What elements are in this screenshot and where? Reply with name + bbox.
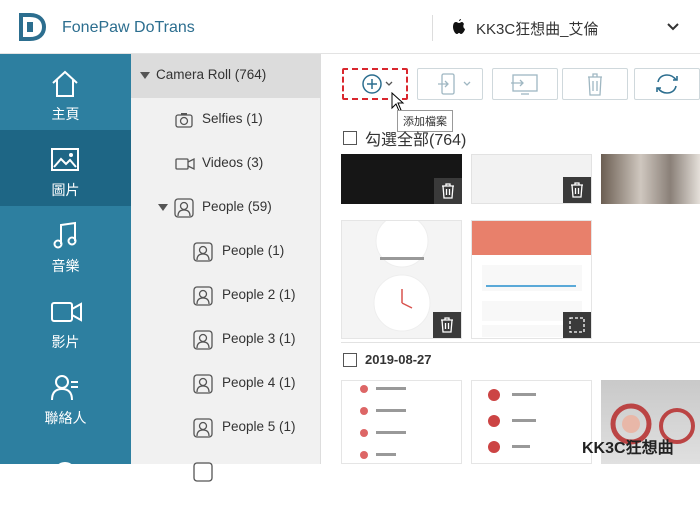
select-icon — [569, 317, 585, 333]
photo-thumbnail[interactable] — [341, 380, 462, 464]
album-label: People 5 (1) — [222, 419, 296, 434]
camera-icon — [175, 113, 193, 128]
refresh-button[interactable] — [634, 68, 700, 100]
person-icon — [193, 462, 213, 482]
divider — [341, 342, 700, 343]
export-to-pc-button[interactable] — [492, 68, 558, 100]
contacts-icon — [51, 375, 78, 401]
album-people[interactable]: People (59) — [131, 186, 321, 230]
person-icon — [193, 286, 213, 306]
language-screenshot-icon — [488, 389, 536, 453]
video-icon — [175, 157, 195, 171]
trash-icon — [441, 317, 453, 333]
album-label: People (1) — [222, 243, 285, 258]
sidebar-item-label: 音樂 — [51, 258, 80, 274]
photo-thumbnail[interactable] — [601, 154, 700, 204]
date-group-header[interactable]: 2019-08-27 — [343, 352, 432, 367]
album-label: People 4 (1) — [222, 375, 296, 390]
sidebar-item-home[interactable]: 主頁 — [0, 54, 131, 130]
sidebar-item-contacts[interactable]: 聯絡人 — [0, 358, 131, 434]
watermark-text: KK3C狂想曲 — [582, 440, 674, 457]
device-name: KK3C狂想曲_艾倫 — [476, 21, 599, 38]
dotrans-logo-icon — [19, 13, 46, 41]
sidebar-item-music[interactable]: 音樂 — [0, 206, 131, 282]
album-people-3[interactable]: People 3 (1) — [131, 318, 321, 362]
settings-screenshot-icon — [360, 385, 406, 459]
person-icon — [193, 374, 213, 394]
sidebar-item-label: 影片 — [51, 334, 80, 350]
person-icon — [193, 242, 213, 262]
photo-thumbnail[interactable] — [471, 220, 592, 339]
select-all-checkbox[interactable]: 勾選全部(764) — [343, 126, 466, 150]
album-label: Selfies (1) — [202, 111, 263, 126]
photo-icon — [51, 148, 79, 171]
sidebar-item-more[interactable] — [0, 434, 131, 510]
album-camera-roll[interactable]: Camera Roll (764) — [131, 54, 321, 98]
top-bar: FonePaw DoTrans KK3C狂想曲_艾倫 — [0, 0, 700, 54]
album-people-1[interactable]: People (1) — [131, 230, 321, 274]
photo-thumbnail[interactable] — [341, 154, 462, 204]
select-photo-button[interactable] — [563, 312, 591, 338]
album-label: People 3 (1) — [222, 331, 296, 346]
delete-photo-button[interactable] — [563, 177, 591, 203]
trash-icon — [588, 73, 602, 96]
cursor-icon — [391, 92, 405, 112]
delete-photo-button[interactable] — [434, 178, 462, 204]
album-people-2[interactable]: People 2 (1) — [131, 274, 321, 318]
music-icon — [53, 221, 77, 249]
phone-export-icon — [438, 73, 471, 95]
device-selector[interactable]: KK3C狂想曲_艾倫 — [452, 18, 599, 39]
delete-photo-button[interactable] — [433, 312, 461, 338]
chevron-down-icon[interactable] — [666, 20, 680, 34]
more-icon — [54, 462, 76, 479]
sidebar-item-label: 聯絡人 — [44, 410, 87, 426]
caret-down-icon — [158, 204, 168, 211]
monitor-export-icon — [511, 74, 538, 95]
photo-thumbnail[interactable] — [471, 154, 592, 204]
sidebar-item-photos[interactable]: 圖片 — [0, 130, 131, 206]
trash-icon — [442, 183, 454, 199]
photo-thumbnail[interactable] — [471, 380, 592, 464]
person-icon — [174, 198, 194, 218]
album-label: Camera Roll (764) — [156, 67, 267, 82]
album-people-6[interactable] — [131, 450, 321, 494]
album-list: Camera Roll (764) Selfies (1) Videos (3)… — [131, 54, 321, 482]
app-title: FonePaw DoTrans — [62, 19, 195, 36]
checkbox[interactable] — [343, 131, 357, 145]
date-label: 2019-08-27 — [365, 352, 432, 367]
checkbox[interactable] — [343, 352, 357, 367]
refresh-icon — [656, 74, 678, 94]
album-videos[interactable]: Videos (3) — [131, 142, 321, 186]
sidebar: 主頁 圖片 音樂 影片 聯絡人 — [0, 54, 131, 479]
album-people-4[interactable]: People 4 (1) — [131, 362, 321, 406]
caret-down-icon — [140, 72, 150, 79]
divider — [432, 15, 433, 41]
photo-thumbnail[interactable] — [341, 220, 462, 339]
home-icon — [52, 70, 78, 97]
sidebar-item-videos[interactable]: 影片 — [0, 282, 131, 358]
album-people-5[interactable]: People 5 (1) — [131, 406, 321, 450]
album-selfies[interactable]: Selfies (1) — [131, 98, 321, 142]
video-icon — [51, 302, 82, 322]
select-all-label: 勾選全部(764) — [365, 132, 467, 149]
album-label: People 2 (1) — [222, 287, 296, 302]
album-label: Videos (3) — [202, 155, 264, 170]
person-icon — [193, 418, 213, 438]
export-to-device-button[interactable] — [417, 68, 483, 100]
apple-icon — [452, 18, 466, 39]
photo-grid-panel: 添加檔案 勾選全部(764) 2019-08-27 — [321, 54, 700, 464]
sidebar-item-label: 圖片 — [51, 182, 80, 198]
person-icon — [193, 330, 213, 350]
delete-button[interactable] — [562, 68, 628, 100]
album-label: People (59) — [202, 199, 272, 214]
trash-icon — [571, 182, 583, 198]
sidebar-item-label: 主頁 — [51, 106, 80, 122]
